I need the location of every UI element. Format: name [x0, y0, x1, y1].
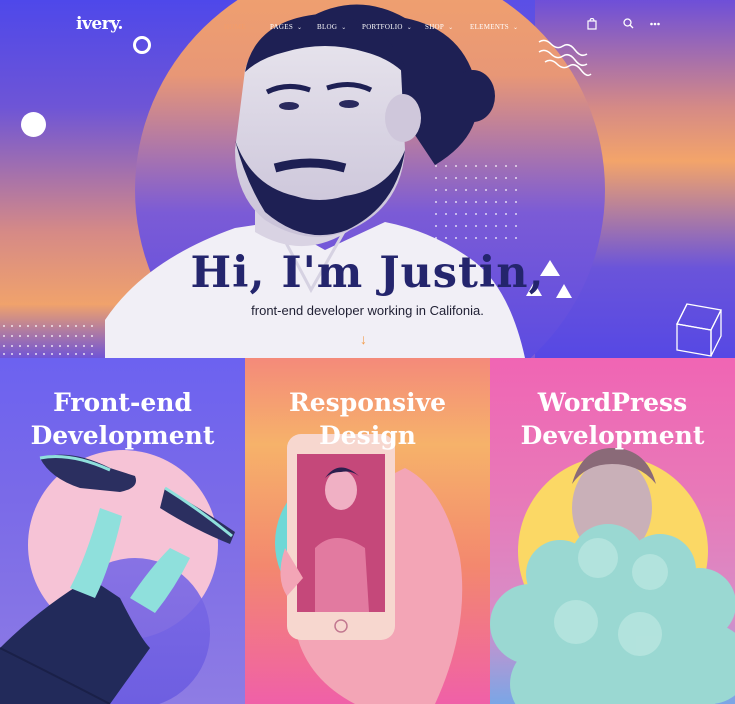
card-title-line: WordPress — [537, 388, 688, 417]
card-title-line: Front-end — [53, 388, 192, 417]
chevron-down-icon: ⌄ — [249, 24, 256, 31]
service-card-frontend[interactable]: Front-end Development — [0, 358, 245, 704]
menu-label: HOME — [224, 23, 246, 31]
menu-label: ELEMENTS — [470, 23, 509, 31]
brand-logo[interactable]: ivery. — [76, 14, 123, 34]
menu-label: PAGES — [270, 23, 294, 31]
menu-item-blog[interactable]: BLOG ⌄ — [317, 20, 362, 34]
menu-item-home[interactable]: HOME ⌄ — [224, 20, 270, 34]
chevron-down-icon: ⌄ — [297, 24, 303, 31]
menu-label: PORTFOLIO — [362, 23, 403, 31]
card-title-line: Design — [319, 421, 416, 450]
card-title: Responsive Design — [245, 386, 490, 452]
menu-label: BLOG — [317, 23, 338, 31]
menu-item-shop[interactable]: SHOP ⌄ — [425, 20, 470, 34]
main-menu: HOME ⌄ PAGES ⌄ BLOG ⌄ PORTFOLIO ⌄ SHOP ⌄ ELEM… — [224, 20, 530, 34]
search-icon[interactable] — [623, 18, 634, 29]
decorative-wave-lines — [538, 39, 592, 77]
hero-title: Hi, I'm Justin, — [190, 248, 545, 298]
chevron-down-icon: ⌄ — [406, 24, 413, 31]
chevron-down-icon: ⌄ — [512, 24, 519, 31]
card-illustration-cloud — [490, 448, 735, 704]
menu-item-pages[interactable]: PAGES ⌄ — [270, 20, 317, 34]
hero-section: ivery. HOME ⌄ PAGES ⌄ BLOG ⌄ PORTFOLIO ⌄ SHO… — [0, 0, 735, 358]
card-title-line: Development — [520, 421, 705, 450]
decorative-dot — [21, 112, 46, 137]
dot-grid-left — [3, 325, 93, 355]
card-title: Front-end Development — [0, 386, 245, 452]
scroll-down-arrow-icon[interactable]: ↓ — [360, 331, 367, 347]
more-dots-icon[interactable] — [650, 22, 660, 26]
top-navigation: ivery. HOME ⌄ PAGES ⌄ BLOG ⌄ PORTFOLIO ⌄ SHO… — [0, 0, 735, 50]
card-title-line: Responsive — [288, 388, 447, 417]
decorative-ring — [133, 36, 151, 54]
chevron-down-icon: ⌄ — [341, 24, 347, 31]
chevron-down-icon: ⌄ — [448, 24, 454, 31]
menu-label: SHOP — [425, 23, 445, 31]
service-card-responsive[interactable]: Responsive Design — [245, 358, 490, 704]
card-title-line: Development — [30, 421, 215, 450]
card-illustration-phone — [280, 434, 463, 704]
card-title: WordPress Development — [490, 386, 735, 452]
service-card-wordpress[interactable]: WordPress Development — [490, 358, 735, 704]
card-illustration-legs — [0, 454, 235, 704]
shopping-bag-icon[interactable] — [587, 18, 597, 30]
services-row: Front-end Development Responsive Design — [0, 358, 735, 704]
hero-subtitle: front-end developer working in Califonia… — [251, 303, 484, 318]
menu-item-portfolio[interactable]: PORTFOLIO ⌄ — [362, 20, 425, 34]
menu-item-elements[interactable]: ELEMENTS ⌄ — [470, 20, 530, 34]
